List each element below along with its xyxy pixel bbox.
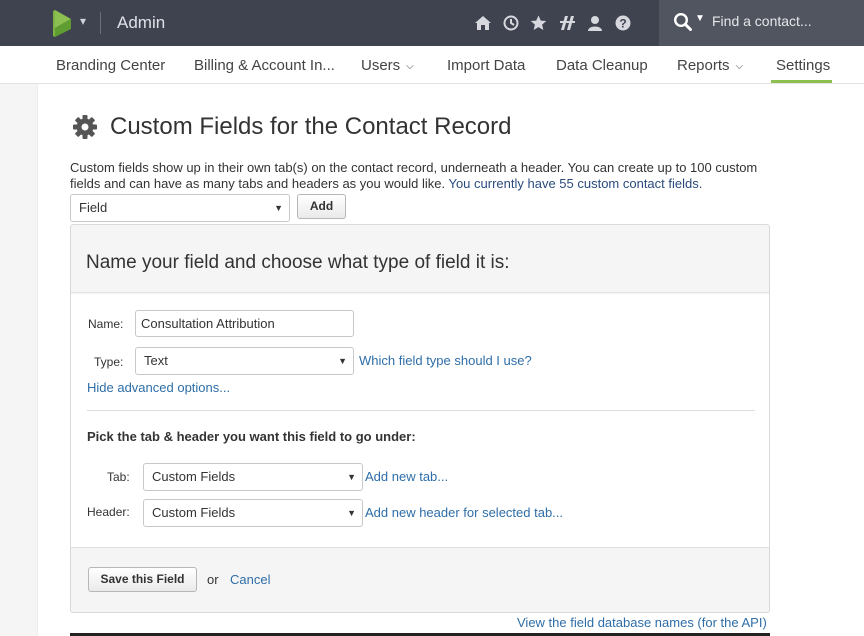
chevron-down-icon: ⌵ bbox=[406, 61, 414, 72]
nav-label: Users bbox=[361, 57, 401, 74]
dropdown-arrow-icon: ▼ bbox=[274, 203, 283, 213]
select-value: Custom Fields bbox=[152, 505, 236, 520]
nav-label: Data Cleanup bbox=[556, 57, 648, 74]
chevron-down-icon: ⌵ bbox=[735, 61, 744, 72]
nav-branding-center[interactable]: Branding Center bbox=[56, 57, 165, 74]
field-type-dropdown[interactable]: Text ▼ bbox=[135, 347, 354, 375]
header-label: Header: bbox=[87, 505, 130, 519]
add-new-tab-link[interactable]: Add new tab... bbox=[365, 469, 448, 484]
select-value: Text bbox=[144, 353, 168, 368]
dropdown-arrow-icon: ▼ bbox=[347, 472, 356, 482]
tab-label: Tab: bbox=[107, 470, 130, 484]
field-type-select[interactable]: Field ▼ bbox=[70, 194, 290, 222]
nav-active-indicator bbox=[771, 80, 832, 83]
add-new-header-link[interactable]: Add new header for selected tab... bbox=[365, 505, 563, 520]
nav-label: Import Data bbox=[447, 57, 526, 74]
home-icon[interactable] bbox=[473, 13, 492, 32]
divider bbox=[100, 12, 101, 34]
cancel-link[interactable]: Cancel bbox=[230, 572, 270, 587]
dropdown-arrow-icon: ▼ bbox=[347, 508, 356, 518]
hide-advanced-options-link[interactable]: Hide advanced options... bbox=[87, 380, 230, 395]
dashboard-icon[interactable] bbox=[557, 13, 576, 32]
tab-header-heading: Pick the tab & header you want this fiel… bbox=[87, 429, 416, 444]
nav-label: Billing & Account In... bbox=[194, 57, 335, 74]
page-title: Custom Fields for the Contact Record bbox=[110, 113, 512, 140]
or-text: or bbox=[207, 572, 219, 587]
left-gutter bbox=[0, 84, 38, 636]
nav-label: Settings bbox=[776, 57, 831, 74]
admin-nav: Branding Center Billing & Account In... … bbox=[0, 46, 864, 84]
user-icon[interactable] bbox=[585, 13, 604, 32]
nav-data-cleanup[interactable]: Data Cleanup bbox=[556, 57, 648, 74]
field-name-input[interactable] bbox=[135, 310, 354, 337]
nav-label: Reports bbox=[677, 57, 730, 74]
dropdown-arrow-icon: ▼ bbox=[338, 356, 347, 366]
nav-users[interactable]: Users ⌵ bbox=[361, 57, 414, 74]
select-value: Field bbox=[79, 200, 108, 215]
custom-field-count: You currently have 55 custom contact fie… bbox=[448, 176, 703, 191]
divider bbox=[87, 410, 755, 411]
gear-icon bbox=[72, 114, 98, 140]
help-icon[interactable]: ? bbox=[613, 13, 632, 32]
contact-search-input[interactable] bbox=[712, 11, 852, 31]
nav-billing-account[interactable]: Billing & Account In... bbox=[194, 57, 335, 74]
star-icon[interactable] bbox=[529, 13, 548, 32]
app-logo-icon[interactable] bbox=[52, 8, 74, 38]
intro-text: Custom fields show up in their own tab(s… bbox=[70, 160, 780, 192]
new-field-panel: Name your field and choose what type of … bbox=[70, 224, 770, 613]
svg-text:?: ? bbox=[619, 16, 626, 30]
field-type-help-link[interactable]: Which field type should I use? bbox=[359, 353, 532, 368]
header-select[interactable]: Custom Fields ▼ bbox=[143, 499, 363, 527]
top-icon-bar: ? bbox=[473, 13, 632, 32]
panel-header: Name your field and choose what type of … bbox=[71, 225, 769, 293]
search-options-chevron-icon[interactable]: ▼ bbox=[695, 13, 705, 24]
history-icon[interactable] bbox=[501, 13, 520, 32]
app-switcher-chevron-icon[interactable]: ▾ bbox=[80, 14, 86, 28]
save-field-button[interactable]: Save this Field bbox=[88, 567, 197, 592]
type-label: Type: bbox=[94, 355, 124, 369]
nav-reports[interactable]: Reports ⌵ bbox=[677, 57, 743, 74]
panel-body: Name: Type: Text ▼ Which field type shou… bbox=[71, 294, 769, 548]
nav-import-data[interactable]: Import Data bbox=[447, 57, 525, 74]
add-button[interactable]: Add bbox=[297, 194, 346, 219]
name-label: Name: bbox=[88, 317, 124, 331]
tab-select[interactable]: Custom Fields ▼ bbox=[143, 463, 363, 491]
search-icon[interactable] bbox=[673, 12, 693, 32]
app-title: Admin bbox=[117, 13, 166, 32]
panel-heading: Name your field and choose what type of … bbox=[86, 252, 510, 273]
select-value: Custom Fields bbox=[152, 469, 236, 484]
nav-label: Branding Center bbox=[56, 57, 166, 74]
nav-settings[interactable]: Settings bbox=[776, 57, 830, 74]
api-field-names-link[interactable]: View the field database names (for the A… bbox=[517, 615, 767, 630]
